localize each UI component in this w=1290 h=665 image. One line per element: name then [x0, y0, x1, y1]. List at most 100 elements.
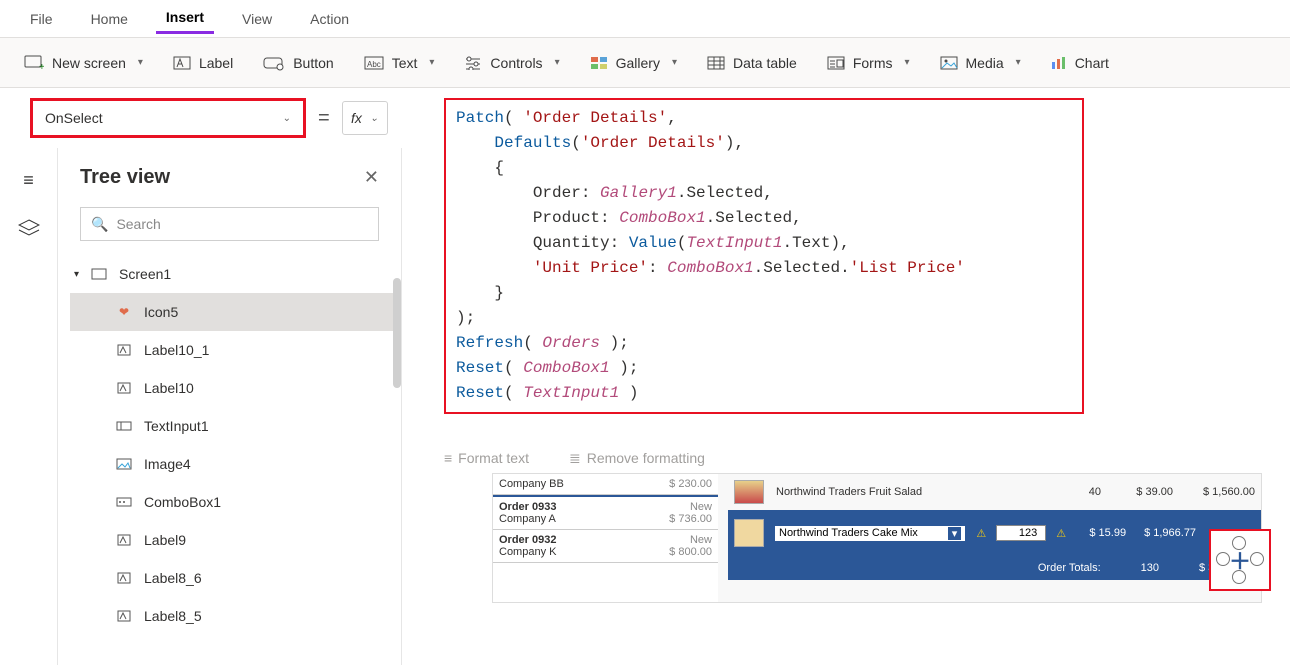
ribbon-controls-label: Controls	[490, 55, 542, 71]
ribbon-forms[interactable]: Forms ▾	[827, 55, 910, 71]
fx-button[interactable]: fx ⌄	[342, 101, 388, 135]
text-icon: Abc	[364, 56, 384, 70]
tree-item-image4[interactable]: Image4	[70, 445, 401, 483]
hamburger-icon[interactable]: ≡	[23, 170, 34, 191]
label-icon	[114, 572, 134, 584]
tree-item-icon5[interactable]: ❤ Icon5	[70, 293, 401, 331]
search-placeholder: Search	[116, 216, 160, 232]
chevron-down-icon: ▾	[1016, 57, 1021, 68]
label-icon	[114, 382, 134, 394]
tree-item-label8-6[interactable]: Label8_6	[70, 559, 401, 597]
svg-text:Abc: Abc	[367, 60, 381, 69]
preview-unit-price: $ 15.99	[1076, 527, 1126, 539]
expand-icon[interactable]: ▾	[74, 269, 79, 280]
app-preview: Company BB $ 230.00 Order 0933Company A …	[492, 473, 1262, 603]
menu-insert[interactable]: Insert	[156, 3, 214, 34]
ribbon-label[interactable]: Label	[173, 55, 233, 71]
preview-totals-row: Order Totals: 130 $ 3,810.00	[728, 556, 1261, 580]
left-rail: ≡	[0, 148, 58, 665]
ribbon-text[interactable]: Abc Text ▾	[364, 55, 435, 71]
tree-item-label9[interactable]: Label9	[70, 521, 401, 559]
ribbon-forms-label: Forms	[853, 55, 893, 71]
tree-items: ▾ Screen1 ❤ Icon5 Label10_1 Label10 Text…	[58, 251, 401, 635]
canvas: Patch( 'Order Details', Defaults('Order …	[402, 148, 1290, 665]
ribbon-button-label: Button	[293, 55, 333, 71]
ribbon: + New screen ▾ Label Button Abc Text ▾ Con…	[0, 38, 1290, 88]
screen-icon	[89, 268, 109, 280]
tree-search-input[interactable]: 🔍 Search	[80, 207, 379, 241]
combobox-icon	[114, 496, 134, 508]
equals-label: =	[318, 107, 330, 130]
button-icon	[263, 55, 285, 71]
totals-label: Order Totals:	[1038, 562, 1101, 574]
layers-icon[interactable]	[18, 219, 40, 237]
preview-order-row[interactable]: Company BB $ 230.00	[493, 474, 718, 495]
tree-item-label: Label10	[144, 380, 194, 396]
ribbon-button[interactable]: Button	[263, 55, 333, 71]
data-table-icon	[707, 56, 725, 70]
forms-icon	[827, 56, 845, 70]
scrollbar-thumb[interactable]	[393, 278, 401, 388]
preview-line-total: $ 1,966.77	[1136, 527, 1196, 539]
chevron-down-icon: ▾	[904, 57, 909, 68]
ribbon-gallery-label: Gallery	[616, 55, 660, 71]
ribbon-data-table-label: Data table	[733, 55, 797, 71]
tree-item-combobox1[interactable]: ComboBox1	[70, 483, 401, 521]
tree-item-label8-5[interactable]: Label8_5	[70, 597, 401, 635]
ribbon-data-table[interactable]: Data table	[707, 55, 797, 71]
remove-formatting-button[interactable]: ≣Remove formatting	[569, 450, 705, 467]
ribbon-new-screen-label: New screen	[52, 55, 126, 71]
format-text-button[interactable]: ≡Format text	[444, 450, 529, 466]
ribbon-chart[interactable]: Chart	[1051, 55, 1109, 71]
tree-view-title: Tree view	[80, 166, 170, 189]
new-screen-icon: +	[24, 55, 44, 71]
product-name: Northwind Traders Fruit Salad	[776, 486, 1049, 498]
ribbon-gallery[interactable]: Gallery▾	[590, 55, 677, 71]
menu-home[interactable]: Home	[81, 5, 138, 33]
fx-label: fx	[351, 110, 362, 126]
preview-detail: Northwind Traders Fruit Salad 40 $ 39.00…	[728, 474, 1261, 602]
preview-order-row[interactable]: Order 0933Company A New$ 736.00	[493, 495, 718, 530]
preview-order-row[interactable]: Order 0932Company K New$ 800.00	[493, 530, 718, 563]
chevron-down-icon: ▾	[138, 57, 143, 68]
tree-item-label: ComboBox1	[144, 494, 221, 510]
chart-icon	[1051, 56, 1067, 70]
property-selector[interactable]: OnSelect ⌄	[30, 98, 306, 138]
ribbon-controls[interactable]: Controls▾	[464, 55, 559, 71]
formula-format-row: ≡Format text ≣Remove formatting	[444, 438, 705, 478]
chevron-down-icon: ▾	[429, 57, 434, 68]
tree-root[interactable]: ▾ Screen1	[70, 255, 401, 293]
preview-order-list: Company BB $ 230.00 Order 0933Company A …	[493, 474, 718, 602]
menu-action[interactable]: Action	[300, 5, 359, 33]
ribbon-label-label: Label	[199, 55, 233, 71]
ribbon-media[interactable]: Media▾	[940, 55, 1021, 71]
add-icon-selected[interactable]: ＋	[1209, 529, 1271, 591]
textinput-icon	[114, 420, 134, 432]
tree-item-label10[interactable]: Label10	[70, 369, 401, 407]
ribbon-text-label: Text	[392, 55, 418, 71]
tree-item-label: Label9	[144, 532, 186, 548]
preview-selected-bar: Northwind Traders Cake Mix▾ ⚠ 123 ⚠ $ 15…	[728, 510, 1261, 556]
preview-qty-input[interactable]: 123	[996, 525, 1046, 541]
chevron-down-icon: ⌄	[283, 113, 291, 124]
formula-editor[interactable]: Patch( 'Order Details', Defaults('Order …	[444, 98, 1084, 414]
ribbon-new-screen[interactable]: + New screen ▾	[24, 55, 143, 71]
property-selected-label: OnSelect	[45, 110, 103, 126]
media-icon	[940, 56, 958, 70]
menubar: File Home Insert View Action	[0, 0, 1290, 38]
controls-icon	[464, 56, 482, 70]
tree-view-panel: Tree view ✕ 🔍 Search ▾ Screen1 ❤ Icon5 L…	[58, 148, 402, 665]
warning-icon: ⚠	[976, 527, 986, 540]
menu-file[interactable]: File	[20, 5, 63, 33]
warning-icon: ⚠	[1056, 527, 1066, 540]
tree-item-label: TextInput1	[144, 418, 209, 434]
tree-item-label: Icon5	[144, 304, 178, 320]
tree-item-label10-1[interactable]: Label10_1	[70, 331, 401, 369]
label-icon	[114, 534, 134, 546]
tree-root-label: Screen1	[119, 266, 171, 282]
plus-icon: ＋	[1229, 544, 1251, 576]
preview-combobox[interactable]: Northwind Traders Cake Mix▾	[774, 525, 966, 542]
tree-item-textinput1[interactable]: TextInput1	[70, 407, 401, 445]
close-icon[interactable]: ✕	[364, 167, 379, 188]
menu-view[interactable]: View	[232, 5, 282, 33]
